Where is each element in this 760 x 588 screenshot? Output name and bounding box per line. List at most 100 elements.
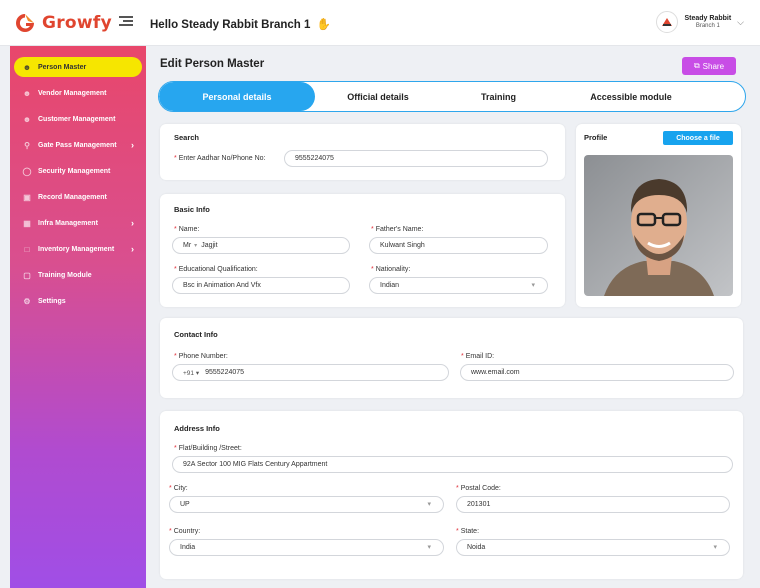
sidebar-item-label: Security Management: [38, 167, 111, 175]
person-icon: ☻: [22, 62, 32, 72]
sidebar-item-person-master[interactable]: ☻ Person Master: [14, 57, 142, 77]
contact-info-card: Contact Info * Phone Number: +91 ▾ 955522…: [160, 318, 743, 398]
country-code-select[interactable]: +91 ▾: [183, 369, 199, 377]
user-avatar: [656, 11, 679, 33]
top-bar: Growfy Hello Steady Rabbit Branch 1 ✋ St…: [0, 0, 760, 46]
education-label: * Educational Qualification:: [174, 266, 258, 273]
sidebar-item-label: Vendor Management: [38, 89, 107, 97]
greeting-text: Hello Steady Rabbit Branch 1 ✋: [150, 17, 331, 31]
avatar-icon: [662, 18, 673, 26]
user-branch: Branch 1: [695, 22, 720, 29]
address-info-card: Address Info * Flat/Building /Street: 92A…: [160, 411, 743, 579]
search-label: * Enter Aadhar No/Phone No:: [174, 155, 266, 162]
postal-code-field[interactable]: 201301: [456, 496, 730, 513]
gear-icon: ⚙: [23, 296, 31, 306]
infra-icon: ▦: [23, 218, 31, 228]
sidebar-item-customer-management[interactable]: ☻ Customer Management: [14, 109, 142, 129]
sidebar-item-record-management[interactable]: ▣ Record Management: [14, 187, 142, 207]
name-value: Jagjit: [201, 242, 218, 249]
sidebar-item-label: Record Management: [38, 193, 107, 201]
growfy-logo-icon: [14, 12, 36, 34]
phone-label: * Phone Number:: [174, 353, 228, 360]
nationality-label: * Nationality:: [371, 266, 411, 273]
aadhar-phone-search-input[interactable]: 9555224075: [284, 150, 548, 167]
country-label: * Country:: [169, 528, 201, 535]
share-button[interactable]: ⧉ Share: [682, 57, 736, 75]
phone-field[interactable]: +91 ▾ 9555224075: [172, 364, 449, 381]
sidebar-item-settings[interactable]: ⚙ Settings: [14, 291, 142, 311]
street-field[interactable]: 92A Sector 100 MIG Flats Century Appartm…: [172, 456, 733, 473]
user-name: Steady Rabbit: [684, 14, 732, 22]
city-value: UP: [180, 501, 190, 508]
profile-photo: [584, 155, 733, 296]
phone-value: 9555224075: [205, 369, 245, 376]
profile-title: Profile: [584, 133, 608, 142]
greeting-label: Hello Steady Rabbit Branch 1: [150, 19, 311, 31]
menu-toggle-icon[interactable]: [119, 16, 133, 28]
nationality-value: Indian: [380, 282, 400, 289]
share-button-label: Share: [702, 61, 725, 71]
share-icon: ⧉: [693, 61, 700, 70]
tab-personal-details[interactable]: Personal details: [159, 82, 315, 111]
city-select[interactable]: UP ▾: [169, 496, 444, 513]
tab-training[interactable]: Training: [441, 82, 556, 111]
nationality-select[interactable]: Indian ▾: [369, 277, 548, 294]
basic-info-title: Basic Info: [174, 205, 210, 214]
chevron-down-icon: ▾: [531, 282, 535, 289]
sidebar: ☻ Person Master ☻ Vendor Management ☻ Cu…: [10, 46, 146, 588]
chevron-right-icon: ›: [131, 140, 134, 150]
page-title: Edit Person Master: [160, 58, 265, 70]
search-title: Search: [174, 133, 200, 142]
training-icon: ▢: [23, 270, 31, 280]
box-icon: □: [24, 244, 30, 254]
country-select[interactable]: India ▾: [169, 539, 444, 556]
education-field[interactable]: Bsc in Animation And Vfx: [172, 277, 350, 294]
search-value: 9555224075: [295, 155, 334, 162]
street-label: * Flat/Building /Street:: [174, 445, 242, 452]
chevron-right-icon: ›: [131, 244, 134, 254]
chevron-down-icon: ▾: [427, 501, 431, 508]
chevron-down-icon: ▾: [427, 544, 431, 551]
sidebar-item-label: Settings: [38, 297, 66, 305]
contact-info-title: Contact Info: [174, 330, 218, 339]
postal-code-value: 201301: [467, 501, 491, 508]
sidebar-item-label: Gate Pass Management: [38, 141, 117, 149]
person-icon: ☻: [22, 88, 32, 98]
choose-file-button[interactable]: Choose a file: [663, 131, 733, 145]
brand-logo[interactable]: Growfy: [14, 12, 112, 34]
shield-icon: ◯: [22, 166, 32, 176]
sidebar-item-gate-pass-management[interactable]: ⚲ Gate Pass Management ›: [14, 135, 142, 155]
sidebar-item-label: Customer Management: [38, 115, 116, 123]
state-select[interactable]: Noida ▾: [456, 539, 730, 556]
user-menu[interactable]: Steady Rabbit Branch 1 ⌵: [656, 11, 744, 33]
sidebar-item-infra-management[interactable]: ▦ Infra Management ›: [14, 213, 142, 233]
name-label: * Name:: [174, 226, 200, 233]
city-label: * City:: [169, 485, 188, 492]
search-card: Search * Enter Aadhar No/Phone No: 955522…: [160, 124, 565, 180]
chevron-right-icon: ›: [131, 218, 134, 228]
key-icon: ⚲: [24, 140, 30, 150]
street-value: 92A Sector 100 MIG Flats Century Appartm…: [183, 461, 328, 468]
email-field[interactable]: www.email.com: [460, 364, 734, 381]
name-field[interactable]: Mr ▾ Jagjit: [172, 237, 350, 254]
state-label: * State:: [456, 528, 480, 535]
father-name-label: * Father's Name:: [371, 226, 424, 233]
wave-hand-icon: ✋: [316, 19, 331, 31]
email-value: www.email.com: [471, 369, 520, 376]
brand-name: Growfy: [42, 13, 112, 33]
sidebar-item-inventory-management[interactable]: □ Inventory Management ›: [14, 239, 142, 259]
salutation-select[interactable]: Mr: [183, 242, 191, 249]
sidebar-item-security-management[interactable]: ◯ Security Management: [14, 161, 142, 181]
country-value: India: [180, 544, 196, 551]
tab-accessible-module[interactable]: Accessible module: [556, 82, 706, 111]
sidebar-item-training-module[interactable]: ▢ Training Module: [14, 265, 142, 285]
sidebar-item-vendor-management[interactable]: ☻ Vendor Management: [14, 83, 142, 103]
user-info: Steady Rabbit Branch 1: [684, 15, 731, 29]
email-label: * Email ID:: [461, 353, 495, 360]
education-value: Bsc in Animation And Vfx: [183, 282, 261, 289]
chevron-down-icon: ▾: [713, 544, 717, 551]
father-name-field[interactable]: Kulwant Singh: [369, 237, 548, 254]
tab-official-details[interactable]: Official details: [315, 82, 441, 111]
sidebar-item-label: Person Master: [38, 63, 87, 71]
person-icon: ☻: [22, 114, 32, 124]
